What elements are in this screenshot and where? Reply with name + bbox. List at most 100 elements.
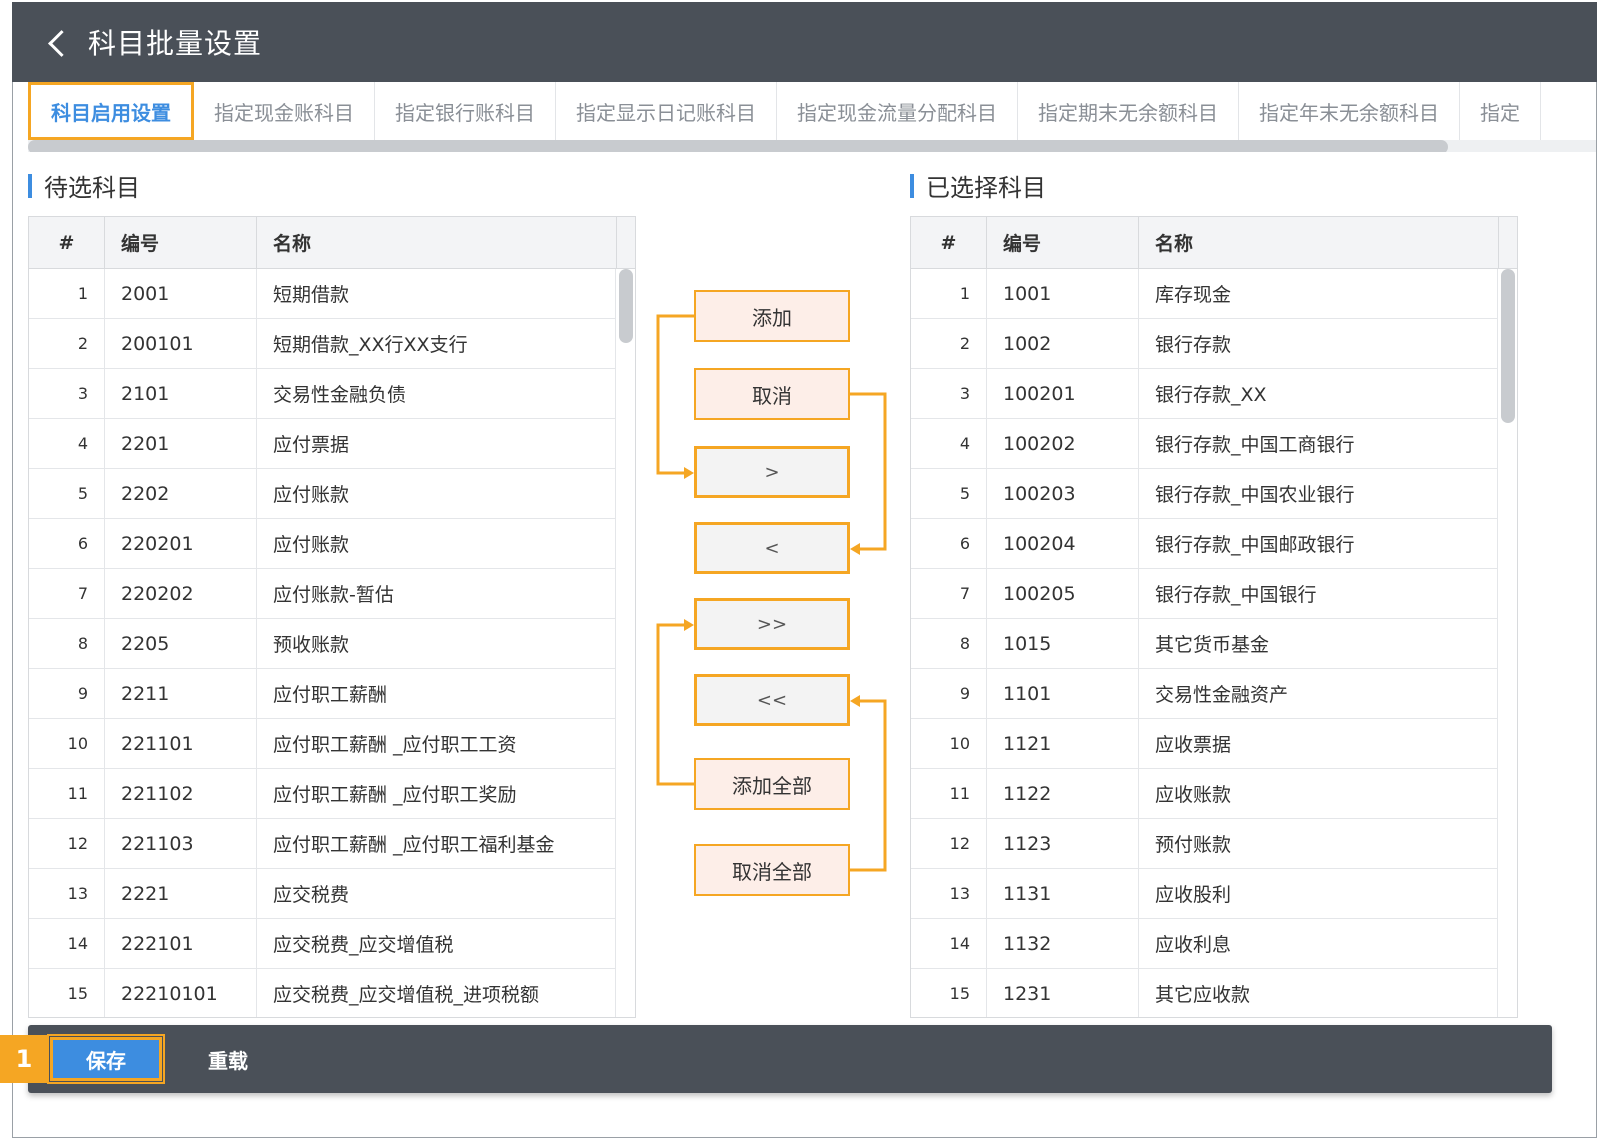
table-row[interactable]: 6 220201 应付账款 [29, 519, 635, 569]
right-section-title: 已选择科目 [910, 168, 1046, 203]
row-index: 8 [29, 619, 105, 668]
footer-toolbar: 保存 重载 [28, 1025, 1552, 1093]
table-row[interactable]: 7 220202 应付账款-暂估 [29, 569, 635, 619]
table-row[interactable]: 9 2211 应付职工薪酬 [29, 669, 635, 719]
row-name: 应付职工薪酬 [273, 684, 388, 706]
row-name: 应收账款 [1155, 784, 1232, 806]
table-row[interactable]: 3 2101 交易性金融负债 [29, 369, 635, 419]
move-right-button[interactable]: > [694, 446, 850, 498]
table-row[interactable]: 2 1002 银行存款 [911, 319, 1517, 369]
table-row[interactable]: 10 1121 应收票据 [911, 719, 1517, 769]
tab-0[interactable]: 科目启用设置 [28, 82, 194, 140]
right-section-label: 已选择科目 [926, 174, 1046, 202]
table-row[interactable]: 14 1132 应收利息 [911, 919, 1517, 969]
table-row[interactable]: 5 100203 银行存款_中国农业银行 [911, 469, 1517, 519]
row-index: 3 [29, 369, 105, 418]
row-index: 8 [911, 619, 987, 668]
table-row[interactable]: 12 221103 应付职工薪酬 _应付职工福利基金 [29, 819, 635, 869]
table-row[interactable]: 6 100204 银行存款_中国邮政银行 [911, 519, 1517, 569]
tab-6[interactable]: 指定年末无余额科目 [1239, 82, 1460, 140]
tab-5[interactable]: 指定期末无余额科目 [1018, 82, 1239, 140]
row-index: 5 [29, 469, 105, 518]
table-row[interactable]: 14 222101 应交税费_应交增值税 [29, 919, 635, 969]
cancel-all-label-button[interactable]: 取消全部 [694, 844, 850, 896]
table-row[interactable]: 11 1122 应收账款 [911, 769, 1517, 819]
save-button[interactable]: 保存 [47, 1034, 165, 1084]
table-header: # 编号 名称 [29, 217, 635, 269]
available-accounts-table: # 编号 名称 1 2001 短期借款 2 200101 短期借款_XX行XX支行 3 210… [28, 216, 636, 1018]
table-row[interactable]: 1 1001 库存现金 [911, 269, 1517, 319]
row-code: 100204 [987, 519, 1139, 568]
col-name-header: 名称 [257, 217, 617, 268]
row-code: 2211 [105, 669, 257, 718]
table-row[interactable]: 8 2205 预收账款 [29, 619, 635, 669]
reload-button[interactable]: 重载 [208, 1045, 248, 1074]
table-row[interactable]: 13 2221 应交税费 [29, 869, 635, 919]
add-label-button[interactable]: 添加 [694, 290, 850, 342]
right-scrollbar-thumb[interactable] [1501, 269, 1515, 423]
row-index: 14 [29, 919, 105, 968]
table-row[interactable]: 8 1015 其它货币基金 [911, 619, 1517, 669]
table-row[interactable]: 15 1231 其它应收款 [911, 969, 1517, 1017]
row-index: 13 [29, 869, 105, 918]
tab-4[interactable]: 指定现金流量分配科目 [777, 82, 1018, 140]
row-index: 1 [29, 269, 105, 318]
table-body: 1 1001 库存现金 2 1002 银行存款 3 100201 银行存款_XX 4 100202 银… [911, 269, 1517, 1017]
row-code: 200101 [105, 319, 257, 368]
row-name: 应付账款 [273, 484, 350, 506]
cancel-label-button[interactable]: 取消 [694, 368, 850, 420]
row-name: 应付账款-暂估 [273, 584, 394, 606]
table-row[interactable]: 15 22210101 应交税费_应交增值税_进项税额 [29, 969, 635, 1017]
row-code: 1001 [987, 269, 1139, 318]
row-name: 应付职工薪酬 _应付职工福利基金 [273, 834, 555, 856]
row-code: 220201 [105, 519, 257, 568]
tab-3[interactable]: 指定显示日记账科目 [556, 82, 777, 140]
right-table-scrollbar[interactable] [1497, 269, 1517, 1017]
table-row[interactable]: 7 100205 银行存款_中国银行 [911, 569, 1517, 619]
row-code: 1121 [987, 719, 1139, 768]
row-index: 5 [911, 469, 987, 518]
table-row[interactable]: 12 1123 预付账款 [911, 819, 1517, 869]
back-arrow-icon[interactable] [42, 26, 74, 58]
row-name: 应付账款 [273, 534, 350, 556]
row-index: 4 [29, 419, 105, 468]
move-all-right-button[interactable]: >> [694, 598, 850, 650]
table-row[interactable]: 3 100201 银行存款_XX [911, 369, 1517, 419]
left-table-scrollbar[interactable] [615, 269, 635, 1017]
table-body: 1 2001 短期借款 2 200101 短期借款_XX行XX支行 3 2101 交易性金融负债… [29, 269, 635, 1017]
row-index: 15 [911, 969, 987, 1017]
title-bar: 科目批量设置 [12, 2, 1597, 82]
row-index: 6 [29, 519, 105, 568]
row-index: 12 [29, 819, 105, 868]
row-code: 1015 [987, 619, 1139, 668]
tab-1[interactable]: 指定现金账科目 [194, 82, 375, 140]
table-row[interactable]: 5 2202 应付账款 [29, 469, 635, 519]
row-index: 11 [911, 769, 987, 818]
move-left-button[interactable]: < [694, 522, 850, 574]
add-all-label-button[interactable]: 添加全部 [694, 758, 850, 810]
row-code: 221103 [105, 819, 257, 868]
row-name: 应收票据 [1155, 734, 1232, 756]
move-all-left-button[interactable]: << [694, 674, 850, 726]
table-row[interactable]: 11 221102 应付职工薪酬 _应付职工奖励 [29, 769, 635, 819]
table-row[interactable]: 2 200101 短期借款_XX行XX支行 [29, 319, 635, 369]
table-row[interactable]: 1 2001 短期借款 [29, 269, 635, 319]
row-name: 库存现金 [1155, 284, 1232, 306]
tab-2[interactable]: 指定银行账科目 [375, 82, 556, 140]
left-section-label: 待选科目 [44, 174, 140, 202]
row-code: 221102 [105, 769, 257, 818]
row-code: 100201 [987, 369, 1139, 418]
tab-7[interactable]: 指定 [1460, 82, 1541, 140]
table-row[interactable]: 10 221101 应付职工薪酬 _应付职工工资 [29, 719, 635, 769]
row-name: 其它应收款 [1155, 984, 1251, 1006]
col-code-header: 编号 [105, 217, 257, 268]
table-row[interactable]: 4 100202 银行存款_中国工商银行 [911, 419, 1517, 469]
table-row[interactable]: 4 2201 应付票据 [29, 419, 635, 469]
tab-scrollbar[interactable] [28, 140, 1596, 152]
left-scrollbar-thumb[interactable] [619, 269, 633, 343]
table-row[interactable]: 9 1101 交易性金融资产 [911, 669, 1517, 719]
row-code: 2001 [105, 269, 257, 318]
row-index: 2 [29, 319, 105, 368]
table-row[interactable]: 13 1131 应收股利 [911, 869, 1517, 919]
tab-scrollbar-thumb[interactable] [28, 140, 1448, 152]
